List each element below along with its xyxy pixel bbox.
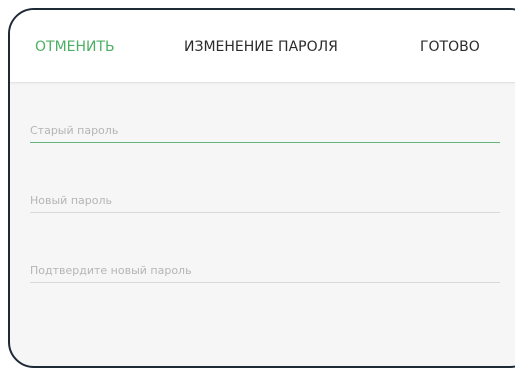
old-password-input[interactable] [30, 120, 500, 140]
confirm-password-input[interactable] [30, 260, 500, 280]
old-password-underline [30, 142, 500, 143]
cancel-button[interactable]: ОТМЕНИТЬ [35, 38, 115, 56]
confirm-password-underline [30, 282, 500, 283]
nav-bar: ОТМЕНИТЬ ИЗМЕНЕНИЕ ПАРОЛЯ ГОТОВО [10, 10, 515, 83]
page-title: ИЗМЕНЕНИЕ ПАРОЛЯ [184, 39, 338, 55]
new-password-underline [30, 212, 500, 213]
confirm-password-field [30, 260, 500, 283]
done-button[interactable]: ГОТОВО [420, 38, 480, 56]
device-frame: ОТМЕНИТЬ ИЗМЕНЕНИЕ ПАРОЛЯ ГОТОВО [8, 8, 515, 368]
old-password-field [30, 120, 500, 143]
new-password-field [30, 190, 500, 213]
new-password-input[interactable] [30, 190, 500, 210]
